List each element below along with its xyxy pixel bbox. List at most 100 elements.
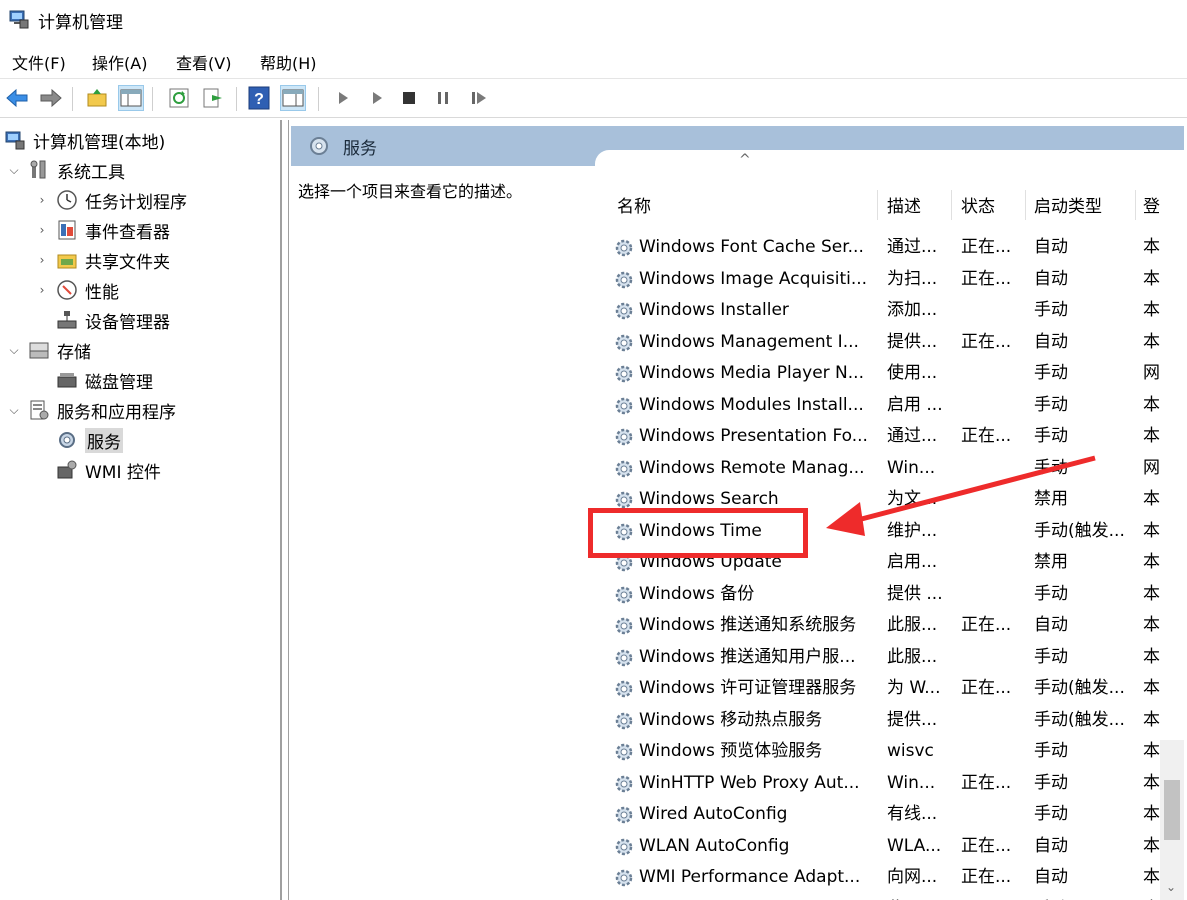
export-list-icon[interactable] — [200, 85, 226, 111]
cell-logon: 本 — [1143, 646, 1160, 667]
table-row[interactable]: WLAN AutoConfig WLA... 正在... 自动本 — [595, 831, 1184, 863]
cell-name: Windows Image Acquisiti... — [639, 268, 868, 289]
table-row[interactable]: WMI Performance Adapt... 向网... 正在... 自动本 — [595, 862, 1184, 894]
tree-item-disk-management[interactable]: 磁盘管理 — [56, 366, 153, 394]
cell-description: 使用... — [887, 363, 938, 383]
performance-icon — [57, 280, 77, 300]
tree-item-device-manager[interactable]: 设备管理器 — [56, 306, 170, 334]
back-icon[interactable] — [4, 85, 30, 111]
table-row[interactable]: Windows Management I... 提供... 正在... 自动 本 — [595, 327, 1184, 359]
chevron-right-icon[interactable]: › — [34, 192, 50, 208]
column-header-startup-type[interactable]: 启动类型 — [1034, 190, 1102, 218]
tree-item-system-tools[interactable]: ⌵ 系统工具 — [6, 156, 125, 184]
column-divider[interactable] — [951, 190, 952, 220]
tree-item-storage[interactable]: ⌵ 存储 — [6, 336, 91, 364]
menu-help[interactable]: 帮助(H) — [260, 50, 317, 74]
cell-startup-type: 手动 — [1034, 741, 1068, 761]
table-row[interactable]: Work Folders此服...手动本 — [595, 894, 1184, 900]
pause-icon[interactable] — [430, 85, 456, 111]
start-alt-icon[interactable] — [364, 85, 390, 111]
table-row[interactable]: Windows Modules Install... 启用 ... 手动 本 — [595, 390, 1184, 422]
stop-icon[interactable] — [396, 85, 422, 111]
service-gear-icon — [615, 239, 633, 257]
tree-item-computer-management[interactable]: 计算机管理(本地) — [4, 126, 165, 154]
table-row[interactable]: Windows Media Player N... 使用... 手动 网 — [595, 358, 1184, 390]
cell-name: Windows 推送通知用户服... — [639, 646, 856, 667]
cell-status: 正在... — [961, 331, 1012, 352]
column-divider[interactable] — [877, 190, 878, 220]
menu-view[interactable]: 查看(V) — [176, 50, 231, 74]
column-header-logon[interactable]: 登 — [1143, 190, 1160, 218]
service-gear-icon — [615, 649, 633, 666]
chevron-right-icon[interactable]: › — [34, 282, 50, 298]
cell-startup-type: 手动 — [1034, 394, 1068, 415]
table-row[interactable]: Windows 移动热点服务 提供... 手动(触发... 本 — [595, 705, 1184, 737]
forward-icon[interactable] — [38, 85, 64, 111]
column-header-status[interactable]: 状态 — [961, 190, 995, 218]
show-hide-tree-icon[interactable] — [118, 85, 144, 111]
menu-action[interactable]: 操作(A) — [92, 50, 147, 74]
vertical-scrollbar[interactable]: ⌄ — [1160, 740, 1184, 900]
scrollbar-thumb[interactable] — [1164, 780, 1180, 840]
chevron-down-icon[interactable]: ⌵ — [6, 162, 22, 178]
refresh-icon[interactable] — [166, 85, 192, 111]
restart-icon[interactable] — [466, 85, 492, 111]
disk-management-icon — [57, 373, 77, 388]
cell-description: wisvc — [887, 741, 934, 761]
computer-management-icon — [5, 131, 25, 150]
cell-status: 正在... — [961, 772, 1012, 793]
action-pane-icon[interactable] — [280, 85, 306, 111]
event-viewer-icon — [58, 220, 76, 240]
pointer-arrow-icon — [826, 455, 1096, 536]
up-folder-icon[interactable] — [84, 85, 110, 111]
chevron-right-icon[interactable]: › — [34, 252, 50, 268]
table-row[interactable]: Wired AutoConfig 有线... 手动本 — [595, 799, 1184, 831]
tree-item-services[interactable]: 服务 — [56, 426, 123, 454]
cell-logon: 本 — [1143, 678, 1160, 698]
task-scheduler-icon — [57, 190, 77, 210]
table-row[interactable]: Windows 推送通知系统服务 此服... 正在... 自动 本 — [595, 610, 1184, 642]
tree-item-wmi-control[interactable]: WMI 控件 — [56, 456, 161, 484]
cell-description: 通过... — [887, 237, 938, 257]
help-icon[interactable]: ? — [246, 85, 272, 111]
cell-name: Windows 推送通知系统服务 — [639, 615, 857, 635]
cell-status — [961, 358, 1021, 389]
table-row[interactable]: Windows 预览体验服务 wisvc 手动本 — [595, 736, 1184, 768]
table-row[interactable]: Windows 推送通知用户服... 此服... 手动 本 — [595, 642, 1184, 674]
cell-name: Windows Management I... — [639, 331, 859, 352]
tree-item-services-apps[interactable]: ⌵ 服务和应用程序 — [6, 396, 176, 424]
services-icon — [310, 137, 328, 155]
column-header-description[interactable]: 描述 — [887, 190, 921, 218]
cell-startup-type: 手动(触发... — [1034, 709, 1125, 730]
table-row[interactable]: Windows Presentation Fo... 通过... 正在... 手动 本 — [595, 421, 1184, 453]
chevron-down-icon[interactable]: ⌵ — [6, 402, 22, 418]
cell-status: 正在... — [961, 426, 1012, 446]
table-row[interactable]: Windows Image Acquisiti... 为扫... 正在... 自动 本 — [595, 264, 1184, 296]
table-row[interactable]: WinHTTP Web Proxy Aut... Win... 正在... 手动本 — [595, 768, 1184, 800]
cell-status — [961, 295, 1021, 326]
cell-startup-type: 手动 — [1034, 894, 1134, 900]
cell-name: Windows 许可证管理器服务 — [639, 678, 857, 698]
cell-description: 提供 ... — [887, 583, 943, 604]
table-row[interactable]: Windows 许可证管理器服务 为 W... 正在... 手动(触发... 本 — [595, 673, 1184, 705]
tree-item-task-scheduler[interactable]: › 任务计划程序 — [34, 186, 187, 214]
chevron-down-icon[interactable]: ⌵ — [6, 342, 22, 358]
start-icon[interactable] — [330, 85, 356, 111]
table-row[interactable]: Windows Installer 添加... 手动 本 — [595, 295, 1184, 327]
tree-item-shared-folders[interactable]: › 共享文件夹 — [34, 246, 170, 274]
table-row[interactable]: Windows 备份 提供 ... 手动 本 — [595, 579, 1184, 611]
cell-startup-type: 手动 — [1034, 300, 1068, 320]
cell-name: Windows Media Player N... — [639, 363, 864, 383]
cell-name: Windows Modules Install... — [639, 394, 864, 415]
chevron-right-icon[interactable]: › — [34, 222, 50, 238]
menu-file[interactable]: 文件(F) — [12, 50, 66, 74]
service-gear-icon — [615, 334, 633, 351]
table-row[interactable]: Windows Font Cache Ser... 通过... 正在... 自动 本 — [595, 232, 1184, 264]
tree-item-performance[interactable]: › 性能 — [34, 276, 119, 304]
cell-logon: 本 — [1143, 331, 1160, 352]
column-divider[interactable] — [1135, 190, 1136, 220]
column-divider[interactable] — [1025, 190, 1026, 220]
column-header-name[interactable]: 名称 — [617, 190, 651, 218]
tree-item-event-viewer[interactable]: › 事件查看器 — [34, 216, 170, 244]
scroll-down-icon[interactable]: ⌄ — [1166, 880, 1176, 894]
